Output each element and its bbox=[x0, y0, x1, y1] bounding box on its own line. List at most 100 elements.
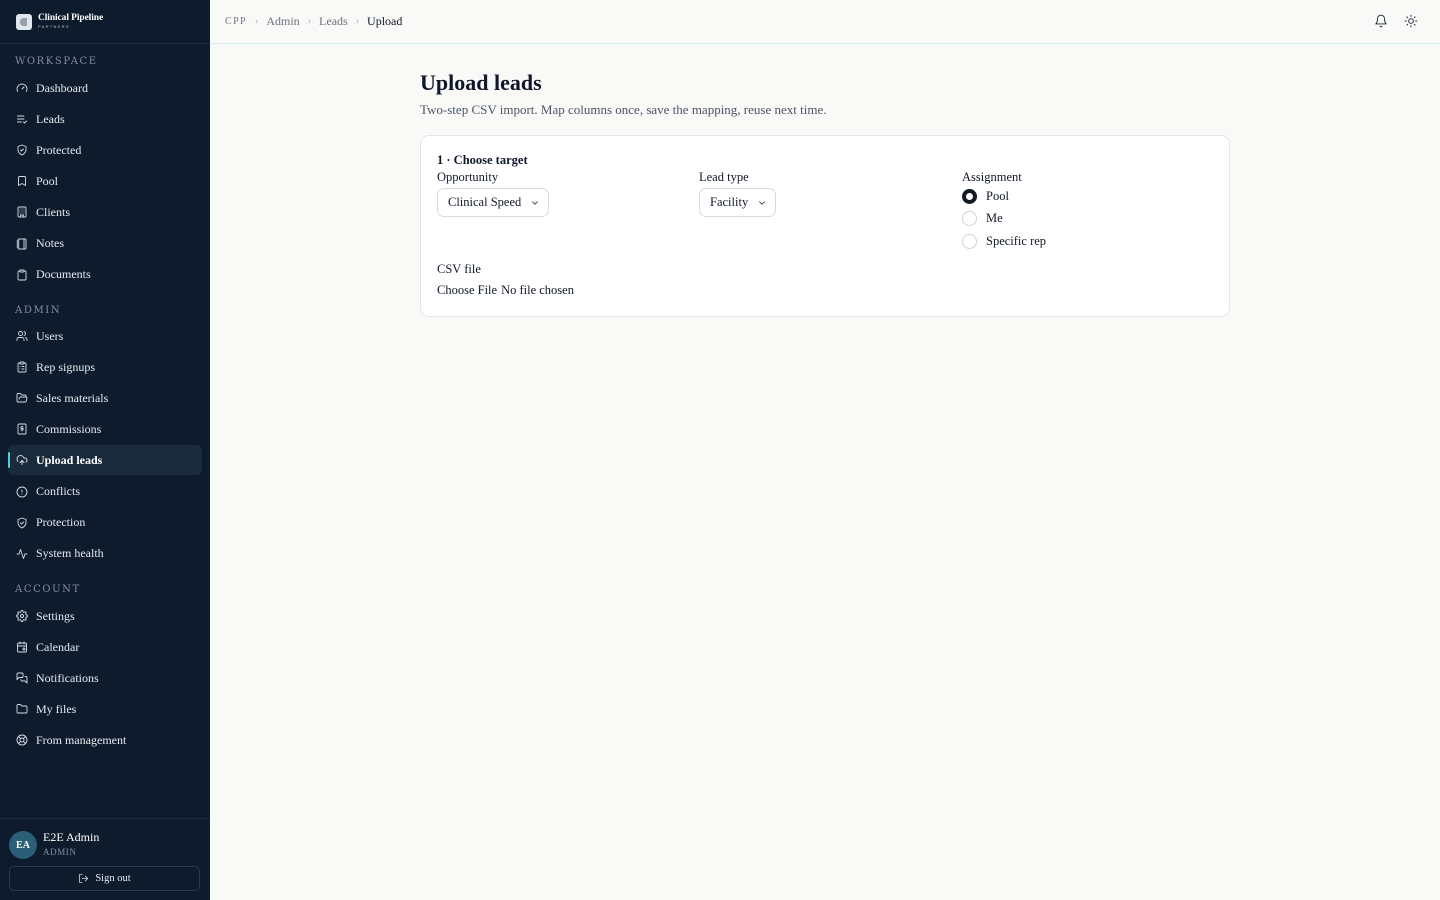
topbar: CPP › Admin › Leads › Upload bbox=[210, 0, 1440, 44]
choose-target-card: 1 · Choose target Opportunity Clinical S… bbox=[420, 135, 1230, 317]
messages-icon bbox=[16, 672, 28, 684]
breadcrumb-separator-icon: › bbox=[307, 16, 312, 27]
sidebar-item-system-health[interactable]: System health bbox=[8, 539, 202, 569]
sidebar: Clinical Pipeline PARTNERS WORKSPACE Das… bbox=[0, 0, 210, 900]
sidebar-item-settings[interactable]: Settings bbox=[8, 601, 202, 631]
brand[interactable]: Clinical Pipeline PARTNERS bbox=[0, 0, 210, 44]
csv-file-input[interactable]: Choose File No file chosen bbox=[437, 283, 574, 298]
sidebar-item-label: Documents bbox=[36, 267, 91, 282]
sidebar-item-protected[interactable]: Protected bbox=[8, 135, 202, 165]
sidebar-item-label: Leads bbox=[36, 111, 65, 126]
sidebar-item-label: Conflicts bbox=[36, 484, 80, 498]
sidebar-item-label: Clients bbox=[36, 204, 71, 219]
lead-type-value: Facility bbox=[710, 195, 749, 209]
user-block: EA E2E Admin ADMIN Sign out bbox=[0, 818, 210, 900]
bell-icon[interactable] bbox=[1374, 14, 1388, 28]
lead-type-select[interactable]: Facility bbox=[699, 188, 777, 217]
breadcrumb-leads[interactable]: Leads bbox=[319, 14, 348, 29]
step-title: 1 · Choose target bbox=[437, 153, 528, 167]
sidebar-item-dashboard[interactable]: Dashboard bbox=[8, 73, 202, 103]
chevron-down-icon bbox=[532, 200, 539, 205]
sidebar-item-label: My files bbox=[36, 701, 77, 716]
assignment-option-label: Pool bbox=[986, 189, 1009, 203]
shield-icon bbox=[16, 517, 28, 529]
activity-icon bbox=[16, 548, 28, 560]
breadcrumb-separator-icon: › bbox=[355, 16, 360, 27]
sidebar-item-label: Sales materials bbox=[36, 390, 109, 405]
sidebar-item-clients[interactable]: Clients bbox=[8, 197, 202, 227]
brand-subtitle: PARTNERS bbox=[38, 24, 70, 30]
list-check-icon bbox=[16, 113, 28, 125]
sign-out-icon bbox=[79, 873, 89, 884]
sidebar-item-label: Upload leads bbox=[36, 452, 103, 467]
calendar-icon bbox=[16, 641, 28, 653]
sidebar-item-from-management[interactable]: From management bbox=[8, 725, 202, 755]
sidebar-item-label: Protected bbox=[36, 142, 82, 157]
sidebar-item-rep-signups[interactable]: Rep signups bbox=[8, 352, 202, 382]
folder-icon bbox=[16, 703, 28, 715]
sidebar-item-commissions[interactable]: Commissions bbox=[8, 414, 202, 444]
page-subtitle: Two-step CSV import. Map columns once, s… bbox=[420, 102, 827, 117]
sidebar-item-label: Commissions bbox=[36, 421, 102, 436]
radio-specific-rep[interactable] bbox=[962, 234, 977, 249]
notebook-icon bbox=[16, 238, 28, 250]
sidebar-item-label: From management bbox=[36, 732, 127, 747]
sidebar-item-label: Pool bbox=[36, 173, 59, 188]
assignment-option-me[interactable]: Me bbox=[962, 211, 1003, 226]
lead-type-label: Lead type bbox=[699, 170, 749, 184]
user-name: E2E Admin bbox=[43, 830, 100, 844]
sidebar-item-label: Settings bbox=[36, 608, 75, 623]
radio-me[interactable] bbox=[962, 211, 977, 226]
breadcrumb-root[interactable]: CPP bbox=[225, 16, 247, 27]
admin-section-label: ADMIN bbox=[15, 305, 62, 316]
breadcrumb: CPP › Admin › Leads › Upload bbox=[225, 14, 402, 29]
sidebar-item-sales-materials[interactable]: Sales materials bbox=[8, 383, 202, 413]
avatar[interactable]: EA bbox=[9, 831, 37, 859]
csv-file-label: CSV file bbox=[437, 262, 481, 276]
sidebar-item-notes[interactable]: Notes bbox=[8, 229, 202, 259]
sidebar-item-label: System health bbox=[36, 546, 104, 561]
sidebar-item-notifications[interactable]: Notifications bbox=[8, 663, 202, 693]
user-role: ADMIN bbox=[43, 847, 77, 857]
sun-icon[interactable] bbox=[1404, 14, 1418, 28]
breadcrumb-separator-icon: › bbox=[255, 16, 259, 27]
users-icon bbox=[16, 330, 28, 342]
sidebar-item-upload-leads[interactable]: Upload leads bbox=[8, 445, 202, 476]
assignment-label: Assignment bbox=[962, 170, 1022, 184]
cloud-upload-icon bbox=[16, 454, 28, 466]
building-icon bbox=[16, 206, 28, 218]
sidebar-item-protection[interactable]: Protection bbox=[8, 508, 202, 538]
assignment-option-label: Specific rep bbox=[986, 234, 1047, 248]
brand-name: Clinical Pipeline bbox=[38, 12, 104, 23]
workspace-section-label: WORKSPACE bbox=[15, 56, 98, 67]
lifebuoy-icon bbox=[16, 734, 28, 746]
brand-logo-icon bbox=[16, 13, 32, 30]
sidebar-item-label: Notifications bbox=[36, 670, 99, 685]
dollar-receipt-icon bbox=[16, 423, 28, 435]
sidebar-item-documents[interactable]: Documents bbox=[8, 260, 202, 290]
sign-out-button[interactable]: Sign out bbox=[9, 866, 200, 891]
alert-circle-icon bbox=[16, 486, 28, 498]
sidebar-item-leads[interactable]: Leads bbox=[8, 104, 202, 134]
sidebar-item-label: Notes bbox=[36, 236, 64, 250]
account-section-label: ACCOUNT bbox=[15, 584, 81, 595]
opportunity-select[interactable]: Clinical Speed bbox=[437, 188, 550, 217]
bookmark-icon bbox=[16, 175, 28, 187]
sidebar-item-label: Rep signups bbox=[36, 359, 96, 374]
sidebar-item-pool[interactable]: Pool bbox=[8, 166, 202, 196]
file-status: No file chosen bbox=[501, 283, 574, 297]
assignment-option-label: Me bbox=[986, 211, 1003, 225]
sidebar-item-my-files[interactable]: My files bbox=[8, 694, 202, 724]
choose-file-button[interactable]: Choose File bbox=[437, 283, 497, 298]
sidebar-item-users[interactable]: Users bbox=[8, 321, 202, 351]
radio-pool[interactable] bbox=[962, 189, 977, 204]
page-title: Upload leads bbox=[420, 70, 542, 95]
clipboard-icon bbox=[16, 269, 28, 281]
sidebar-item-label: Users bbox=[36, 328, 64, 343]
sign-out-label: Sign out bbox=[95, 873, 131, 884]
assignment-option-pool[interactable]: Pool bbox=[962, 189, 1009, 204]
assignment-option-specific-rep[interactable]: Specific rep bbox=[962, 234, 1046, 249]
sidebar-item-calendar[interactable]: Calendar bbox=[8, 632, 202, 662]
breadcrumb-admin[interactable]: Admin bbox=[266, 14, 299, 29]
sidebar-item-conflicts[interactable]: Conflicts bbox=[8, 477, 202, 507]
